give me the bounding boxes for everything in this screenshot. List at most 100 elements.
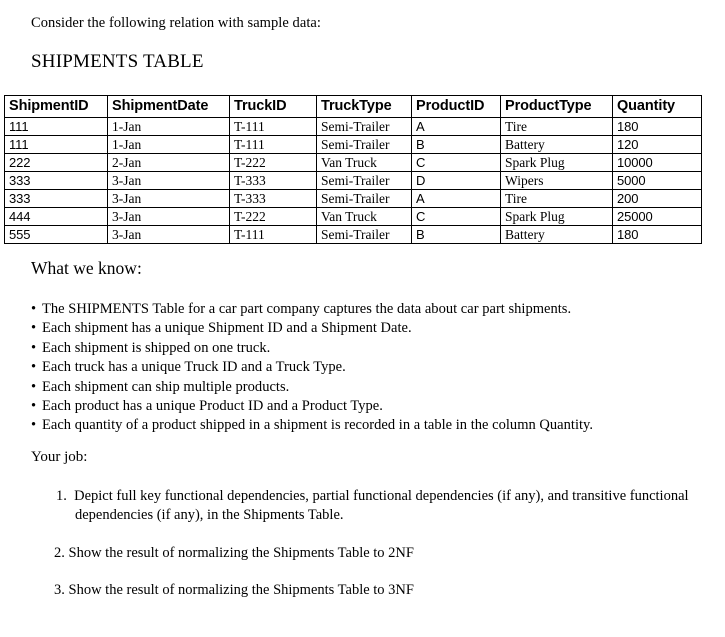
cell-truckid: T-222 xyxy=(229,153,317,172)
cell-truckid: T-222 xyxy=(229,207,317,226)
cell-productid: A xyxy=(411,189,501,208)
cell-truckid: T-333 xyxy=(229,171,317,190)
table-header: ShipmentID ShipmentDate TruckID TruckTyp… xyxy=(4,95,702,118)
cell-shipmentdate: 1-Jan xyxy=(107,117,230,136)
what-we-know-list: • The SHIPMENTS Table for a car part comp… xyxy=(31,300,593,436)
cell-producttype: Tire xyxy=(500,117,613,136)
what-we-know-heading: What we know: xyxy=(31,258,142,278)
list-item-number: 2. xyxy=(54,545,65,561)
cell-productid: A xyxy=(411,117,501,136)
column-header-truckid: TruckID xyxy=(229,95,317,118)
bullet-icon: • xyxy=(31,398,37,415)
bullet-icon: • xyxy=(31,320,37,337)
cell-shipmentdate: 3-Jan xyxy=(107,207,230,226)
cell-productid: B xyxy=(411,135,501,154)
cell-trucktype: Van Truck xyxy=(316,207,412,226)
cell-shipmentid: 333 xyxy=(4,171,108,190)
shipments-table: ShipmentID ShipmentDate TruckID TruckTyp… xyxy=(4,95,702,244)
cell-shipmentdate: 1-Jan xyxy=(107,135,230,154)
cell-truckid: T-111 xyxy=(229,117,317,136)
cell-quantity: 120 xyxy=(612,135,702,154)
column-header-quantity: Quantity xyxy=(612,95,702,118)
cell-truckid: T-111 xyxy=(229,225,317,244)
cell-producttype: Tire xyxy=(500,189,613,208)
bullet-icon: • xyxy=(31,417,37,434)
list-item-text: Each shipment is shipped on one truck. xyxy=(42,339,271,356)
intro-text: Consider the following relation with sam… xyxy=(31,15,321,31)
list-item: • Each product has a unique Product ID an… xyxy=(31,397,593,416)
column-header-productid: ProductID xyxy=(411,95,501,118)
list-item: • Each shipment is shipped on one truck. xyxy=(31,339,593,358)
list-item-text: Each truck has a unique Truck ID and a T… xyxy=(42,359,346,376)
cell-trucktype: Semi-Trailer xyxy=(316,189,412,208)
cell-trucktype: Van Truck xyxy=(316,153,412,172)
column-header-shipmentdate: ShipmentDate xyxy=(107,95,230,118)
cell-producttype: Wipers xyxy=(500,171,613,190)
document-page: Consider the following relation with sam… xyxy=(0,0,725,637)
column-header-trucktype: TruckType xyxy=(316,95,412,118)
table-row: 222 2-Jan T-222 Van Truck C Spark Plug 1… xyxy=(4,153,702,172)
cell-shipmentid: 444 xyxy=(4,207,108,226)
cell-quantity: 10000 xyxy=(612,153,702,172)
cell-producttype: Spark Plug xyxy=(500,207,613,226)
cell-productid: D xyxy=(411,171,501,190)
cell-productid: C xyxy=(411,153,501,172)
list-item-text: The SHIPMENTS Table for a car part compa… xyxy=(42,301,572,317)
cell-shipmentdate: 2-Jan xyxy=(107,153,230,172)
cell-trucktype: Semi-Trailer xyxy=(316,171,412,190)
cell-productid: C xyxy=(411,207,501,226)
cell-shipmentid: 555 xyxy=(4,225,108,244)
table-row: 333 3-Jan T-333 Semi-Trailer A Tire 200 xyxy=(4,189,702,208)
cell-quantity: 200 xyxy=(612,189,702,208)
cell-truckid: T-111 xyxy=(229,135,317,154)
table-row: 555 3-Jan T-111 Semi-Trailer B Battery 1… xyxy=(4,225,702,244)
cell-quantity: 25000 xyxy=(612,207,702,226)
list-item: • Each quantity of a product shipped in a… xyxy=(31,416,593,435)
list-item-text: Each quantity of a product shipped in a … xyxy=(42,417,594,434)
list-item-text: Show the result of normalizing the Shipm… xyxy=(68,545,414,561)
list-item: • Each truck has a unique Truck ID and a … xyxy=(31,358,593,377)
cell-shipmentid: 333 xyxy=(4,189,108,208)
list-item: • Each shipment has a unique Shipment ID … xyxy=(31,319,593,338)
cell-producttype: Battery xyxy=(500,225,613,244)
cell-producttype: Spark Plug xyxy=(500,153,613,172)
column-header-shipmentid: ShipmentID xyxy=(4,95,108,118)
bullet-icon: • xyxy=(31,339,37,356)
list-item-number: 1. xyxy=(56,488,67,504)
cell-trucktype: Semi-Trailer xyxy=(316,117,412,136)
column-header-producttype: ProductType xyxy=(500,95,613,118)
shipments-table-title: SHIPMENTS TABLE xyxy=(31,51,204,72)
table-header-row: ShipmentID ShipmentDate TruckID TruckTyp… xyxy=(4,95,702,118)
cell-trucktype: Semi-Trailer xyxy=(316,135,412,154)
cell-quantity: 180 xyxy=(612,117,702,136)
list-item: 2. Show the result of normalizing the Sh… xyxy=(54,544,414,563)
table-row: 111 1-Jan T-111 Semi-Trailer B Battery 1… xyxy=(4,135,702,154)
list-item: 1. Depict full key functional dependenci… xyxy=(56,487,715,525)
cell-shipmentid: 111 xyxy=(4,117,108,136)
table-body: 111 1-Jan T-111 Semi-Trailer A Tire 180 … xyxy=(4,117,702,244)
list-item: • Each shipment can ship multiple product… xyxy=(31,378,593,397)
list-item-number: 3. xyxy=(54,582,65,598)
cell-truckid: T-333 xyxy=(229,189,317,208)
list-item: • The SHIPMENTS Table for a car part comp… xyxy=(31,300,593,319)
bullet-icon: • xyxy=(31,301,37,317)
table-row: 111 1-Jan T-111 Semi-Trailer A Tire 180 xyxy=(4,117,702,136)
cell-shipmentid: 111 xyxy=(4,135,108,154)
cell-quantity: 180 xyxy=(612,225,702,244)
cell-productid: B xyxy=(411,225,501,244)
cell-shipmentdate: 3-Jan xyxy=(107,171,230,190)
cell-shipmentid: 222 xyxy=(4,153,108,172)
bullet-icon: • xyxy=(31,378,37,395)
cell-quantity: 5000 xyxy=(612,171,702,190)
bullet-icon: • xyxy=(31,359,37,376)
list-item-text: Each shipment can ship multiple products… xyxy=(42,378,290,395)
cell-producttype: Battery xyxy=(500,135,613,154)
table-row: 444 3-Jan T-222 Van Truck C Spark Plug 2… xyxy=(4,207,702,226)
your-job-heading: Your job: xyxy=(31,449,88,465)
list-item: 3. Show the result of normalizing the Sh… xyxy=(54,581,414,600)
list-item-text: Each product has a unique Product ID and… xyxy=(42,398,383,415)
table-row: 333 3-Jan T-333 Semi-Trailer D Wipers 50… xyxy=(4,171,702,190)
cell-trucktype: Semi-Trailer xyxy=(316,225,412,244)
list-item-text: Show the result of normalizing the Shipm… xyxy=(68,582,414,598)
cell-shipmentdate: 3-Jan xyxy=(107,225,230,244)
